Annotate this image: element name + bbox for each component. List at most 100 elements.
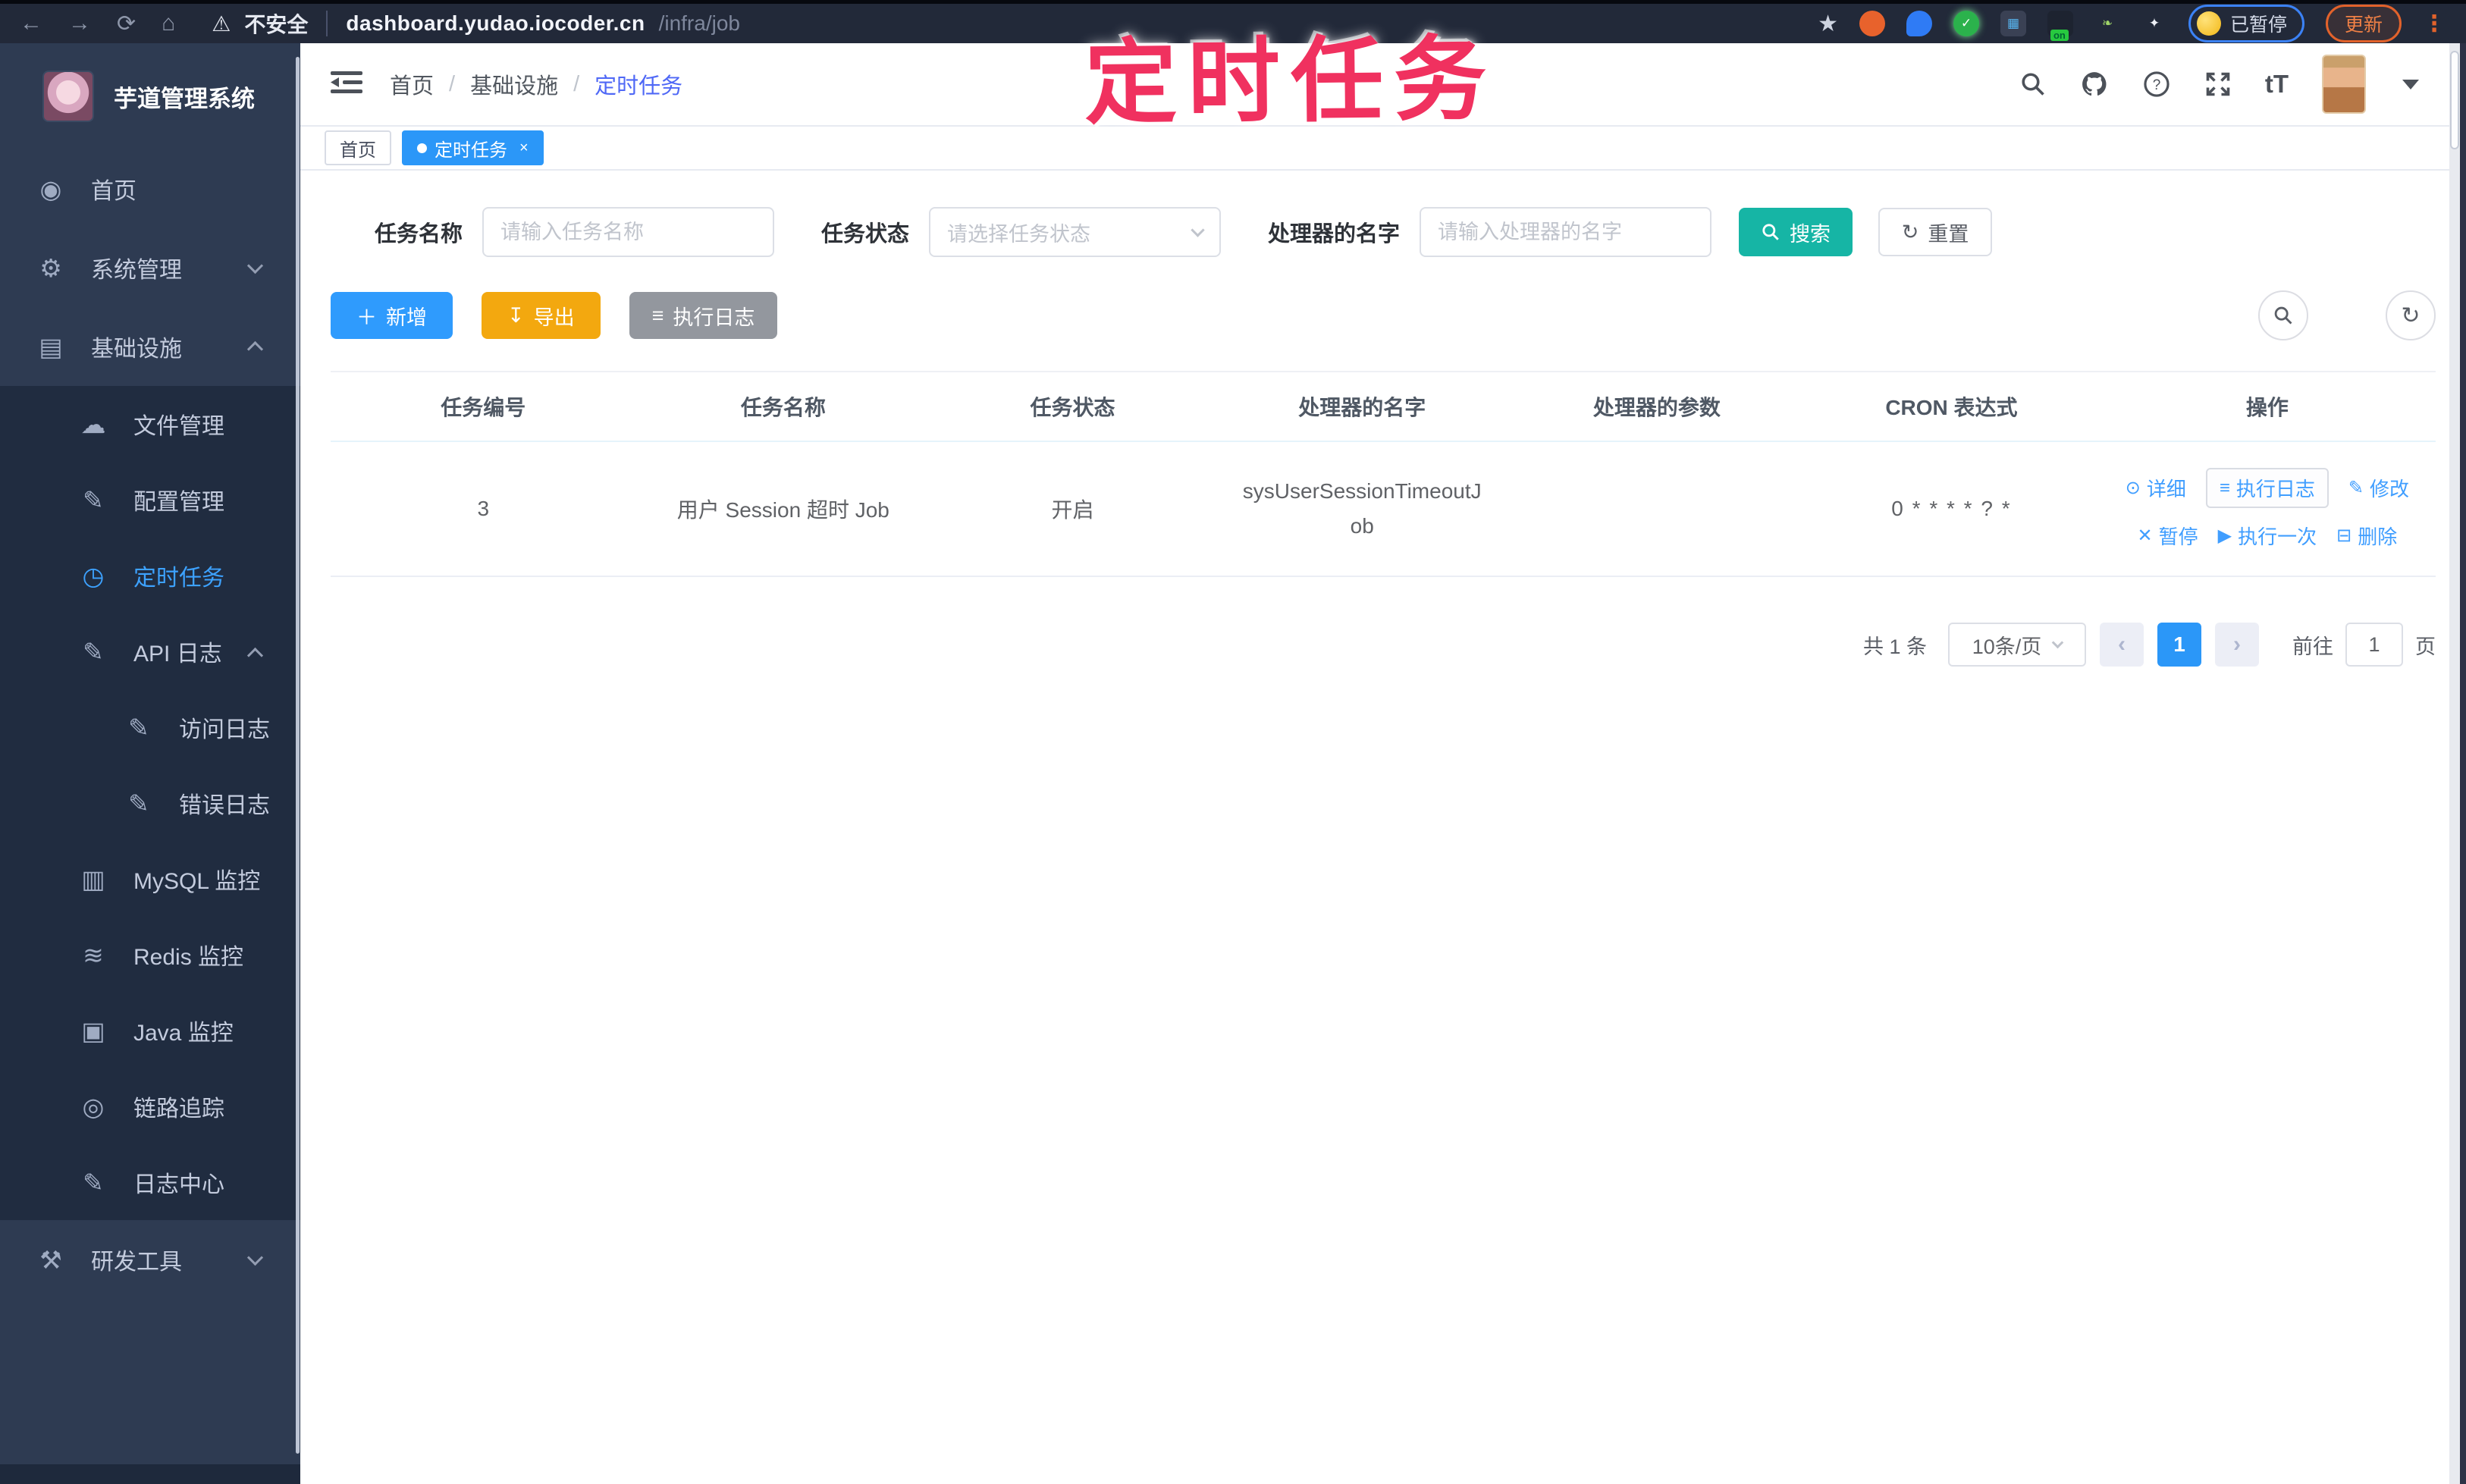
toggle-search-button[interactable] bbox=[2258, 290, 2308, 340]
log-list-icon: ≡ bbox=[2219, 477, 2230, 498]
handler-name-label: 处理器的名字 bbox=[1268, 222, 1401, 246]
export-button-label: 导出 bbox=[533, 306, 575, 329]
delete-link[interactable]: ⊟ 删除 bbox=[2336, 522, 2397, 550]
breadcrumb-home[interactable]: 首页 bbox=[390, 68, 434, 100]
sidebar-item-label: 错误日志 bbox=[179, 793, 270, 818]
sidebar-footer bbox=[0, 1464, 300, 1484]
chevron-up-icon bbox=[246, 647, 264, 664]
refresh-table-button[interactable]: ↻ bbox=[2386, 290, 2436, 340]
extension-icon-leaf[interactable]: ❧ bbox=[2094, 11, 2120, 36]
next-page-button[interactable]: › bbox=[2215, 623, 2259, 667]
handler-name-input[interactable] bbox=[1420, 207, 1712, 257]
sidebar-item-mysql-monitor[interactable]: ▥ MySQL 监控 bbox=[0, 841, 300, 917]
page-scrollbar[interactable] bbox=[2449, 43, 2466, 1484]
help-icon[interactable]: ? bbox=[2142, 70, 2171, 99]
page-size-value: 10条/页 bbox=[1972, 635, 2042, 658]
extensions-puzzle-icon[interactable]: ✦ bbox=[2141, 11, 2167, 36]
exec-log-link[interactable]: ≡ 执行日志 bbox=[2205, 468, 2329, 508]
sidebar-item-scheduled-tasks[interactable]: ◷ 定时任务 bbox=[0, 538, 300, 613]
update-button[interactable]: 更新 bbox=[2325, 5, 2402, 42]
sidebar-item-log-center[interactable]: ✎ 日志中心 bbox=[0, 1144, 300, 1220]
job-status-select[interactable]: 请选择任务状态 bbox=[929, 207, 1222, 257]
reset-button[interactable]: ↻ 重置 bbox=[1878, 208, 1993, 256]
page-scrollbar-thumb[interactable] bbox=[2450, 51, 2459, 149]
plus-icon: ＋ bbox=[356, 306, 377, 329]
insecure-label[interactable]: 不安全 bbox=[244, 8, 308, 39]
page-size-select[interactable]: 10条/页 bbox=[1948, 623, 2086, 667]
pause-x-icon: ✕ bbox=[2137, 526, 2153, 546]
table-row: 3 用户 Session 超时 Job 开启 sysUserSessionTim… bbox=[331, 441, 2436, 577]
sidebar-item-api-log[interactable]: ✎ API 日志 bbox=[0, 613, 300, 689]
collapse-sidebar-icon[interactable] bbox=[331, 70, 362, 99]
sidebar-item-redis-monitor[interactable]: ≋ Redis 监控 bbox=[0, 917, 300, 993]
fullscreen-icon[interactable] bbox=[2204, 71, 2232, 98]
pause-link[interactable]: ✕ 暂停 bbox=[2138, 522, 2198, 550]
sidebar-scrollbar[interactable] bbox=[296, 57, 300, 1454]
access-log-icon: ✎ bbox=[128, 713, 149, 742]
sidebar-item-label: 访问日志 bbox=[179, 717, 270, 742]
browser-home-icon[interactable]: ⌂ bbox=[162, 11, 175, 37]
sidebar-item-system-management[interactable]: ⚙ 系统管理 bbox=[0, 228, 300, 307]
extension-icon-grid[interactable]: ▦ bbox=[2000, 11, 2026, 36]
sidebar-item-config-management[interactable]: ✎ 配置管理 bbox=[0, 462, 300, 538]
main-area: 首页 / 基础设施 / 定时任务 ? tT 首页 定时任务 × 任务名称 请输入… bbox=[300, 43, 2449, 1484]
tag-scheduled-tasks[interactable]: 定时任务 × bbox=[402, 130, 544, 165]
active-dot-icon bbox=[417, 143, 427, 153]
prev-page-button[interactable]: ‹ bbox=[2100, 623, 2144, 667]
extension-icon-dark[interactable]: on bbox=[2047, 11, 2073, 41]
github-icon[interactable] bbox=[2080, 70, 2109, 99]
url-host[interactable]: dashboard.yudao.iocoder.cn bbox=[346, 11, 645, 36]
browser-reload-icon[interactable]: ⟳ bbox=[117, 11, 136, 37]
url-divider bbox=[326, 11, 328, 36]
user-avatar[interactable] bbox=[2322, 55, 2366, 114]
sidebar-item-label: 基础设施 bbox=[91, 337, 182, 362]
emoji-face-icon bbox=[2196, 11, 2221, 36]
job-name-input[interactable] bbox=[482, 207, 775, 257]
sidebar-item-infrastructure[interactable]: ▤ 基础设施 bbox=[0, 307, 300, 386]
sidebar-item-label: 系统管理 bbox=[91, 258, 182, 283]
app-logo[interactable]: 芋道管理系统 bbox=[0, 43, 300, 149]
reset-button-label: 重置 bbox=[1928, 222, 1969, 246]
font-size-icon[interactable]: tT bbox=[2265, 70, 2289, 99]
job-name-cell: 用户 Session 超时 Job bbox=[635, 441, 931, 577]
browser-forward-icon[interactable]: → bbox=[68, 11, 91, 37]
run-once-link[interactable]: ▶ 执行一次 bbox=[2218, 522, 2317, 550]
col-job-name: 任务名称 bbox=[635, 371, 931, 442]
goto-page-input[interactable] bbox=[2345, 623, 2403, 667]
tag-home[interactable]: 首页 bbox=[325, 130, 391, 165]
search-icon[interactable] bbox=[2019, 71, 2047, 98]
browser-back-icon[interactable]: ← bbox=[20, 11, 42, 37]
exec-log-button[interactable]: ≡ 执行日志 bbox=[629, 292, 778, 339]
close-icon[interactable]: × bbox=[519, 140, 529, 157]
avatar-caret-icon[interactable] bbox=[2402, 79, 2419, 89]
paused-pill[interactable]: 已暂停 bbox=[2188, 5, 2304, 42]
sidebar-item-dev-tools[interactable]: ⚒ 研发工具 bbox=[0, 1220, 300, 1299]
breadcrumb-infrastructure[interactable]: 基础设施 bbox=[470, 68, 558, 100]
sidebar-item-tracing[interactable]: ◎ 链路追踪 bbox=[0, 1068, 300, 1144]
filter-form: 任务名称 任务状态 请选择任务状态 处理器的名字 搜索 ↻ 重置 bbox=[331, 207, 2436, 257]
extension-icon-orange[interactable] bbox=[1859, 11, 1885, 36]
search-button[interactable]: 搜索 bbox=[1739, 208, 1853, 256]
add-button[interactable]: ＋ 新增 bbox=[331, 292, 453, 339]
sidebar-item-error-log[interactable]: ✎ 错误日志 bbox=[0, 765, 300, 841]
chevron-down-icon bbox=[246, 1249, 264, 1266]
bookmark-star-icon[interactable]: ★ bbox=[1818, 11, 1838, 37]
export-button[interactable]: ↧ 导出 bbox=[482, 292, 601, 339]
extension-icon-green-check[interactable]: ✓ bbox=[1953, 11, 1979, 36]
address-bar[interactable]: ⚠ 不安全 dashboard.yudao.iocoder.cn/infra/j… bbox=[212, 8, 740, 39]
sidebar-item-home[interactable]: ◉ 首页 bbox=[0, 149, 300, 228]
svg-text:?: ? bbox=[2153, 77, 2161, 93]
extension-icon-blue-drop[interactable] bbox=[1906, 11, 1932, 36]
job-status-label: 任务状态 bbox=[821, 222, 910, 246]
sidebar-item-label: 研发工具 bbox=[91, 1250, 182, 1275]
browser-menu-icon[interactable]: ⋮ bbox=[2423, 11, 2446, 37]
edit-link[interactable]: ✎ 修改 bbox=[2348, 474, 2409, 502]
detail-link[interactable]: ⊙ 详细 bbox=[2126, 474, 2186, 502]
sidebar-item-java-monitor[interactable]: ▣ Java 监控 bbox=[0, 993, 300, 1068]
sidebar-item-access-log[interactable]: ✎ 访问日志 bbox=[0, 689, 300, 765]
download-icon: ↧ bbox=[507, 303, 525, 327]
sidebar-item-label: 配置管理 bbox=[133, 490, 224, 515]
table-toolbar: ＋ 新增 ↧ 导出 ≡ 执行日志 ↻ bbox=[331, 290, 2436, 340]
current-page-button[interactable]: 1 bbox=[2157, 623, 2201, 667]
sidebar-item-file-management[interactable]: ☁ 文件管理 bbox=[0, 386, 300, 462]
